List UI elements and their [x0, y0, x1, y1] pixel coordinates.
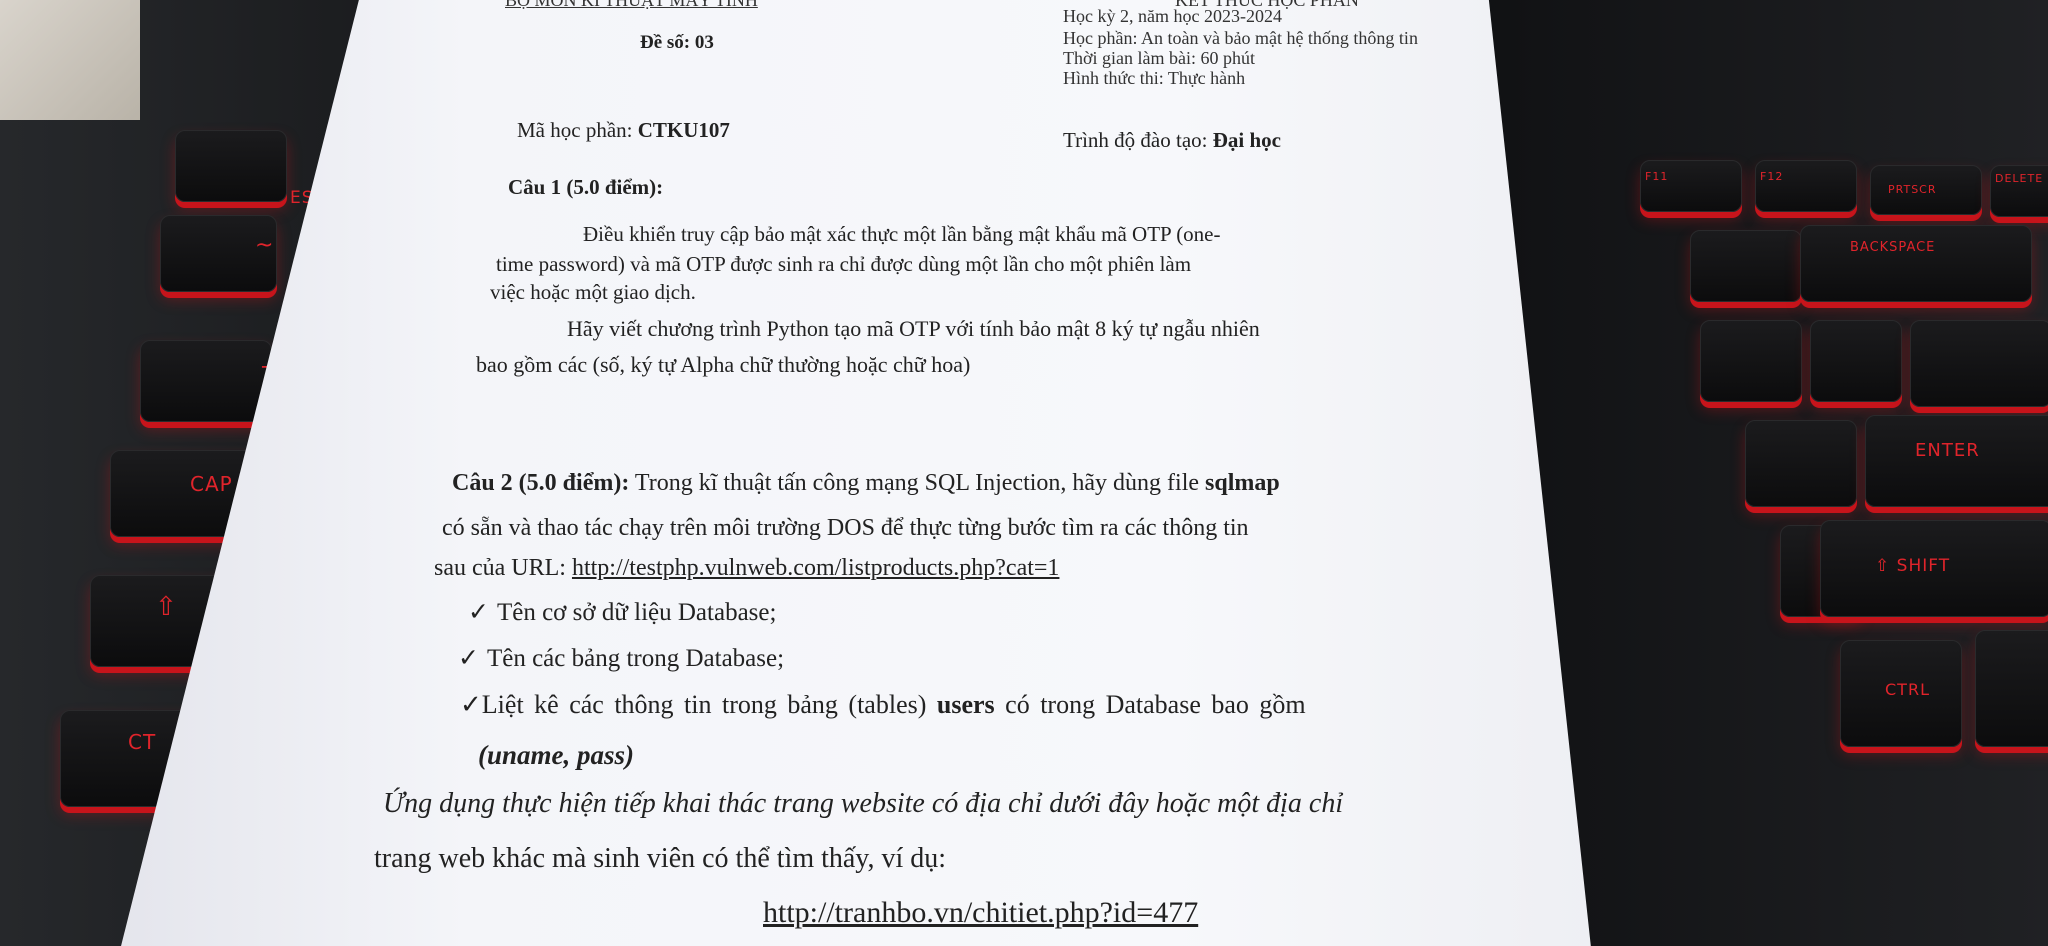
- key-bracket-left: [1700, 320, 1802, 402]
- question-2-line-3: sau của URL: http://testphp.vulnweb.com/…: [434, 555, 1059, 582]
- key-equals: [1690, 230, 1802, 302]
- department-name: BỘ MÔN KĨ THUẬT MÁY TÍNH: [505, 0, 758, 10]
- bullet-3: ✓Liệt kê các thông tin trong bảng (table…: [460, 690, 1306, 720]
- course-code-label: Mã học phần:: [517, 118, 638, 142]
- bullet-2-text: Tên các bảng trong Database;: [486, 645, 785, 672]
- training-level-value: Đại học: [1212, 128, 1281, 152]
- key-backslash: [1910, 320, 2048, 407]
- url-testphp-link[interactable]: http://testphp.vulnweb.com/listproducts.…: [572, 555, 1059, 581]
- question-2-title: Câu 2 (5.0 điểm):: [452, 470, 630, 496]
- question-1-line-1: Điều khiển truy cập bảo mật xác thực một…: [583, 222, 1221, 246]
- bullet-1-text: Tên cơ sở dữ liệu Database;: [496, 599, 777, 626]
- key-prtsc-label: PRTSCR: [1888, 183, 1937, 196]
- semester-line: Học kỳ 2, năm học 2023-2024: [1063, 6, 1282, 26]
- exam-number: Đề số: 03: [640, 32, 714, 53]
- question-2-intro: Trong kĩ thuật tấn công mạng SQL Injecti…: [629, 470, 1206, 496]
- key-shift-right-label: ⇧ SHIFT: [1875, 556, 1951, 576]
- key-caps-label: CAP: [190, 472, 233, 496]
- question-2-line-1: Câu 2 (5.0 điểm): Trong kĩ thuật tấn côn…: [452, 470, 1280, 497]
- training-level-line: Trình độ đào tạo: Đại học: [1063, 128, 1281, 153]
- key-arrow: [1975, 630, 2048, 747]
- application-line-1: Ứng dụng thực hiện tiếp khai thác trang …: [383, 788, 1344, 819]
- key-quote: [1745, 420, 1857, 507]
- key-enter-label: ENTER: [1915, 440, 1980, 461]
- question-1-line-3: việc hoặc một giao dịch.: [490, 280, 696, 304]
- question-1-title: Câu 1 (5.0 điểm):: [508, 175, 664, 199]
- check-icon: ✓: [460, 690, 482, 719]
- key-backspace-label: BACKSPACE: [1850, 240, 1936, 255]
- key-f11: [1640, 160, 1742, 212]
- sqlmap-term: sqlmap: [1205, 470, 1280, 496]
- key-ctrl-left-label: CT: [128, 730, 157, 754]
- question-1-line-2: time password) và mã OTP được sinh ra ch…: [496, 252, 1192, 276]
- key-tilde-label: ~: [255, 233, 275, 258]
- question-1-line-5: bao gồm các (số, ký tự Alpha chữ thường …: [476, 352, 971, 377]
- desk-surface: [0, 0, 140, 120]
- url-tranhbo-link[interactable]: http://tranhbo.vn/chitiet.php?id=477: [763, 896, 1198, 930]
- course-code-value: CTKU107: [637, 118, 730, 142]
- bullet-2: ✓ Tên các bảng trong Database;: [458, 643, 784, 673]
- course-line: Học phần: An toàn và bảo mật hệ thống th…: [1063, 28, 1418, 48]
- key-esc: [175, 130, 287, 202]
- question-2-line-2: có sẵn và thao tác chạy trên môi trường …: [442, 515, 1249, 541]
- training-level-label: Trình độ đào tạo:: [1063, 128, 1213, 152]
- check-icon: ✓: [468, 599, 489, 626]
- key-shift-left-label: ⇧: [155, 592, 178, 622]
- key-enter: [1865, 415, 2048, 507]
- bullet-3-text-b: có trong Database bao gồm: [994, 690, 1306, 719]
- key-tab: [140, 340, 272, 422]
- key-f12-label: F12: [1760, 170, 1784, 183]
- key-delete-label: DELETE: [1995, 172, 2044, 185]
- check-icon: ✓: [458, 645, 479, 672]
- bullet-3-fields: (uname, pass): [478, 740, 635, 770]
- key-bracket-right: [1810, 320, 1902, 402]
- bullet-3-text-a: Liệt kê các thông tin trong bảng (tables…: [481, 690, 937, 719]
- key-f11-label: F11: [1645, 170, 1669, 183]
- users-term: users: [936, 690, 995, 719]
- photo-scene: ES ~ T CAP ⇧ CT F11 F12 PRTSCR DELETE BA…: [0, 0, 2048, 946]
- application-line-2: trang web khác mà sinh viên có thể tìm t…: [374, 843, 947, 874]
- bullet-1: ✓ Tên cơ sở dữ liệu Database;: [468, 597, 776, 627]
- key-ctrl-right-label: CTRL: [1885, 680, 1930, 699]
- key-backspace: [1800, 225, 2032, 302]
- question-1-line-4: Hãy viết chương trình Python tạo mã OTP …: [567, 316, 1260, 341]
- exam-form-line: Hình thức thi: Thực hành: [1063, 68, 1246, 88]
- key-f12: [1755, 160, 1857, 212]
- duration-line: Thời gian làm bài: 60 phút: [1063, 48, 1255, 68]
- course-code-line: Mã học phần: CTKU107: [517, 118, 730, 143]
- url-prefix: sau của URL:: [434, 555, 572, 581]
